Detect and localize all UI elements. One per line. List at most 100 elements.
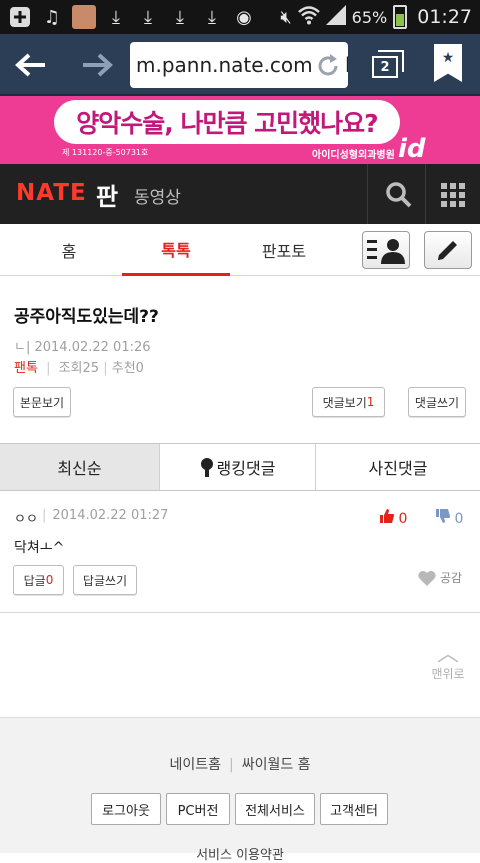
reply-count: 0 <box>45 573 54 587</box>
divider <box>425 164 426 224</box>
dislike-count: 0 <box>454 511 464 527</box>
grid-icon <box>441 183 465 207</box>
comment-tabs: 최신순 랭킹댓글 사진댓글 <box>0 443 480 491</box>
tab-label: 랭킹댓글 <box>216 459 276 478</box>
battery-level: 65% <box>351 7 388 27</box>
view-body-button[interactable]: 본문보기 <box>13 387 71 417</box>
menu-grid-button[interactable] <box>441 183 465 207</box>
customer-center-button[interactable]: 고객센터 <box>320 793 388 825</box>
tab-label: 홈 <box>61 242 77 261</box>
download-icon: ⤓ <box>144 6 152 28</box>
wifi-icon <box>297 5 320 29</box>
battery-icon <box>393 5 408 29</box>
star-icon: ★ <box>441 50 455 66</box>
browser-toolbar: m.pann.nate.com/talk 2 ★ <box>0 34 480 96</box>
tab-toktok[interactable]: 톡톡 <box>122 224 230 276</box>
refresh-button[interactable] <box>312 50 344 82</box>
thumbs-down-icon <box>436 509 450 523</box>
post-title: 공주아직도있는데?? <box>14 307 159 327</box>
back-to-top-button[interactable]: ︿ 맨위로 <box>428 642 468 682</box>
pc-version-button[interactable]: PC버전 <box>166 793 230 825</box>
button-label: 답글쓰기 <box>82 573 128 588</box>
footer-links: 네이트홈 | 싸이월드 홈 <box>169 757 311 773</box>
footer-link-cyworld-home[interactable]: 싸이월드 홈 <box>242 757 311 773</box>
comment-body: 닥쳐ㅗ^ <box>14 540 65 556</box>
all-services-button[interactable]: 전체서비스 <box>235 793 315 825</box>
post-category[interactable]: 팬톡 <box>14 361 38 376</box>
clock: 01:27 <box>417 6 472 28</box>
main-tabs: 홈 톡톡 판포토 <box>0 224 480 276</box>
button-label: 고객센터 <box>330 803 378 819</box>
ad-logo: id <box>398 134 426 164</box>
tab-home[interactable]: 홈 <box>16 224 122 276</box>
comment-count: 1 <box>366 395 375 409</box>
arrow-right-icon <box>83 53 113 77</box>
tab-label: 사진댓글 <box>368 459 428 478</box>
search-icon <box>386 182 412 208</box>
comment-author: ㅇㅇ <box>14 512 38 527</box>
divider <box>0 612 480 613</box>
disc-icon: ◉ <box>236 6 252 28</box>
ribbon-icon <box>200 458 213 477</box>
tab-ranking[interactable]: 랭킹댓글 <box>160 444 316 490</box>
download-icon: ⤓ <box>112 6 120 28</box>
music-icon: ♫ <box>43 6 61 28</box>
back-to-top-label: 맨위로 <box>431 667 465 681</box>
button-label: 답글 <box>23 573 46 588</box>
download-icon: ⤓ <box>176 6 184 28</box>
button-label: 전체서비스 <box>245 803 305 819</box>
empathy-button[interactable]: 공감 <box>418 569 462 586</box>
download-icon: ⤓ <box>208 6 216 28</box>
button-label: 본문보기 <box>19 395 65 410</box>
search-button[interactable] <box>384 180 414 210</box>
tab-count: 2 <box>372 56 398 78</box>
page-title[interactable]: 판 <box>96 177 118 212</box>
pencil-icon <box>438 241 457 260</box>
ad-brand: 아이디성형외과병원 <box>312 150 395 161</box>
write-comment-button[interactable]: 댓글쓰기 <box>408 387 466 417</box>
tab-latest[interactable]: 최신순 <box>0 444 160 490</box>
forward-button[interactable] <box>74 42 120 88</box>
post-meta-line2: 팬톡 | 조회25 | 추천0 <box>14 361 144 376</box>
site-header: NATE 판 동영상 <box>0 164 480 224</box>
view-comments-button[interactable]: 댓글보기 1 <box>312 387 385 417</box>
add-notification-icon <box>8 5 32 29</box>
bookmark-button[interactable]: ★ <box>434 44 462 82</box>
button-label: PC버전 <box>177 803 219 819</box>
chevron-up-icon: ︿ <box>436 642 459 667</box>
my-profile-button[interactable] <box>362 231 410 269</box>
dislike-button[interactable]: 0 <box>436 509 463 527</box>
button-label: 로그아웃 <box>102 803 150 819</box>
arrow-left-icon <box>15 53 45 77</box>
reply-button[interactable]: 답글 0 <box>13 565 64 595</box>
avatar-icon <box>72 5 96 29</box>
comment-date: 2014.02.22 01:27 <box>52 508 169 523</box>
post-recommends: 추천0 <box>111 361 144 376</box>
write-button[interactable] <box>424 231 472 269</box>
nate-logo[interactable]: NATE <box>16 180 87 206</box>
tabs-button[interactable]: 2 <box>362 42 408 88</box>
status-bar: ♫ ⤓ ⤓ ⤓ ⤓ ◉ 🔇︎ 65% 01:27 <box>0 0 480 34</box>
ad-headline: 양악수술, 나만큼 고민했나요? <box>54 100 400 144</box>
mute-icon: 🔇︎ <box>280 6 292 28</box>
signal-icon <box>325 5 346 29</box>
comment-date-row: | 2014.02.22 01:27 <box>42 508 169 523</box>
tab-photo-comments[interactable]: 사진댓글 <box>316 444 480 490</box>
tab-pannphoto[interactable]: 판포토 <box>230 224 338 276</box>
like-button[interactable]: 0 <box>380 509 407 527</box>
refresh-icon <box>318 54 338 76</box>
write-reply-button[interactable]: 답글쓰기 <box>73 565 137 595</box>
button-label: 댓글쓰기 <box>414 395 460 410</box>
back-button[interactable] <box>8 42 54 88</box>
divider <box>367 164 368 224</box>
footer-link-nate-home[interactable]: 네이트홈 <box>169 757 221 773</box>
video-link[interactable]: 동영상 <box>134 183 181 208</box>
post-views: 조회25 <box>58 361 100 376</box>
terms-link[interactable]: 서비스 이용약관 <box>0 844 480 863</box>
ad-banner[interactable]: 양악수술, 나만큼 고민했나요? 제 131120-중-50731호 아이디성형… <box>0 96 480 164</box>
ad-fine-print: 제 131120-중-50731호 <box>62 148 149 157</box>
post-author: ㄴ| <box>14 340 31 355</box>
logout-button[interactable]: 로그아웃 <box>91 793 161 825</box>
tab-label: 판포토 <box>261 242 307 261</box>
post-date: 2014.02.22 01:26 <box>34 340 151 355</box>
